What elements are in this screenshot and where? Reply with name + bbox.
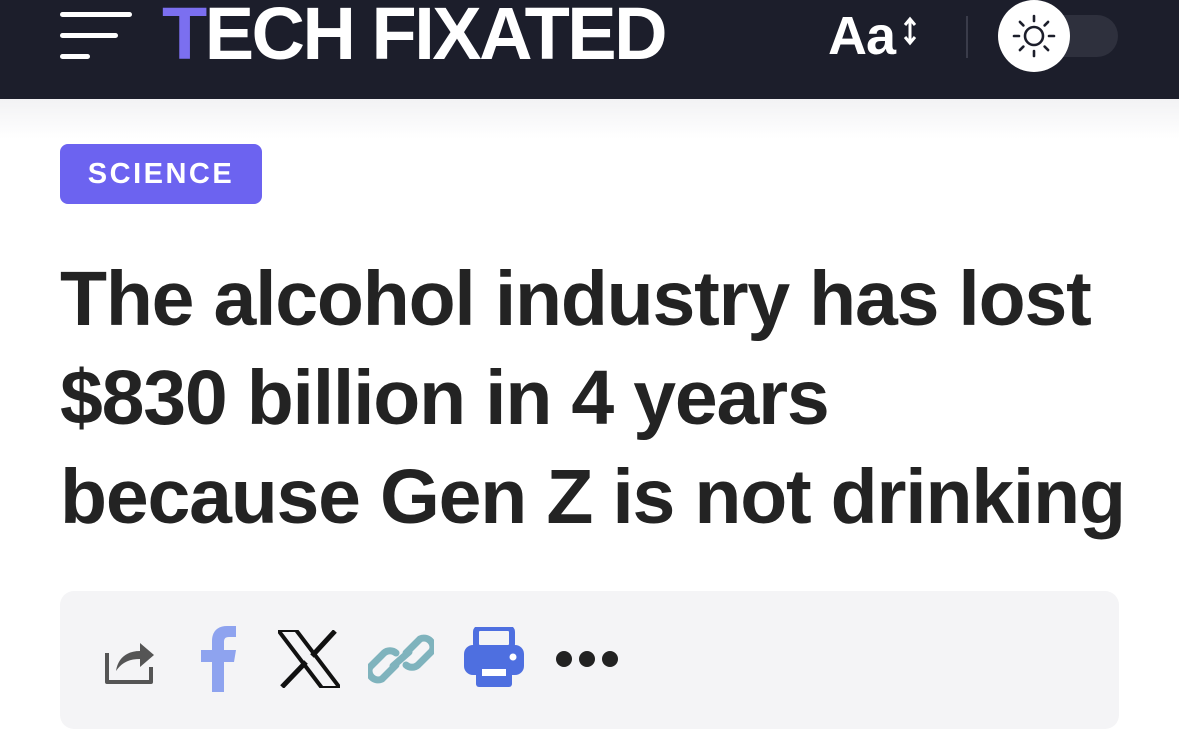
site-header: TECH FIXATED Aa	[0, 0, 1179, 99]
link-icon[interactable]	[365, 627, 437, 696]
resize-arrows-icon	[903, 16, 917, 46]
theme-toggle[interactable]	[998, 0, 1119, 72]
font-size-label: Aa	[828, 6, 896, 66]
sun-icon	[1012, 14, 1056, 58]
site-logo[interactable]: TECH FIXATED	[162, 0, 668, 75]
header-divider	[966, 16, 968, 58]
share-bar	[60, 591, 1119, 729]
facebook-icon[interactable]	[196, 626, 242, 697]
logo-accent-letter: T	[162, 0, 207, 75]
logo-text: ECH FIXATED	[204, 0, 668, 75]
more-icon[interactable]	[554, 647, 624, 676]
x-icon[interactable]	[273, 628, 345, 693]
share-icon[interactable]	[104, 635, 156, 690]
article-headline: The alcohol industry has lost $830 billi…	[60, 256, 1126, 540]
category-badge[interactable]: SCIENCE	[60, 144, 262, 204]
header-shadow	[0, 99, 1179, 139]
print-icon[interactable]	[464, 625, 524, 694]
font-size-button[interactable]: Aa	[828, 6, 917, 66]
hamburger-menu-icon[interactable]	[60, 12, 134, 62]
toggle-knob	[998, 0, 1070, 72]
